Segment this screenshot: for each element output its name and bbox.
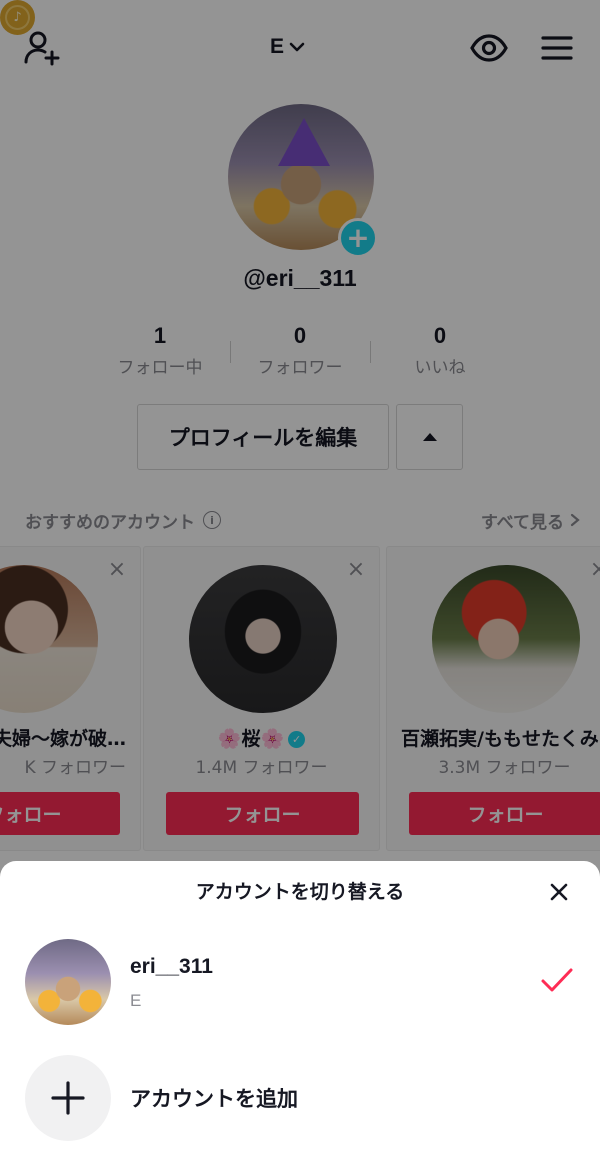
check-icon [541, 968, 573, 992]
account-name: eri__311 [130, 955, 213, 978]
account-row[interactable]: eri__311 E [0, 935, 600, 1031]
account-sub: E [130, 991, 142, 1010]
add-account-row[interactable]: アカウントを追加 [0, 1053, 600, 1143]
add-account-label: アカウントを追加 [130, 1087, 298, 1111]
account-avatar [25, 939, 111, 1025]
plus-icon [25, 1055, 111, 1141]
account-switch-sheet: アカウントを切り替える eri__311 E アカウントを追加 [0, 861, 600, 1158]
close-icon[interactable] [544, 877, 574, 907]
sheet-title: アカウントを切り替える [195, 881, 405, 903]
